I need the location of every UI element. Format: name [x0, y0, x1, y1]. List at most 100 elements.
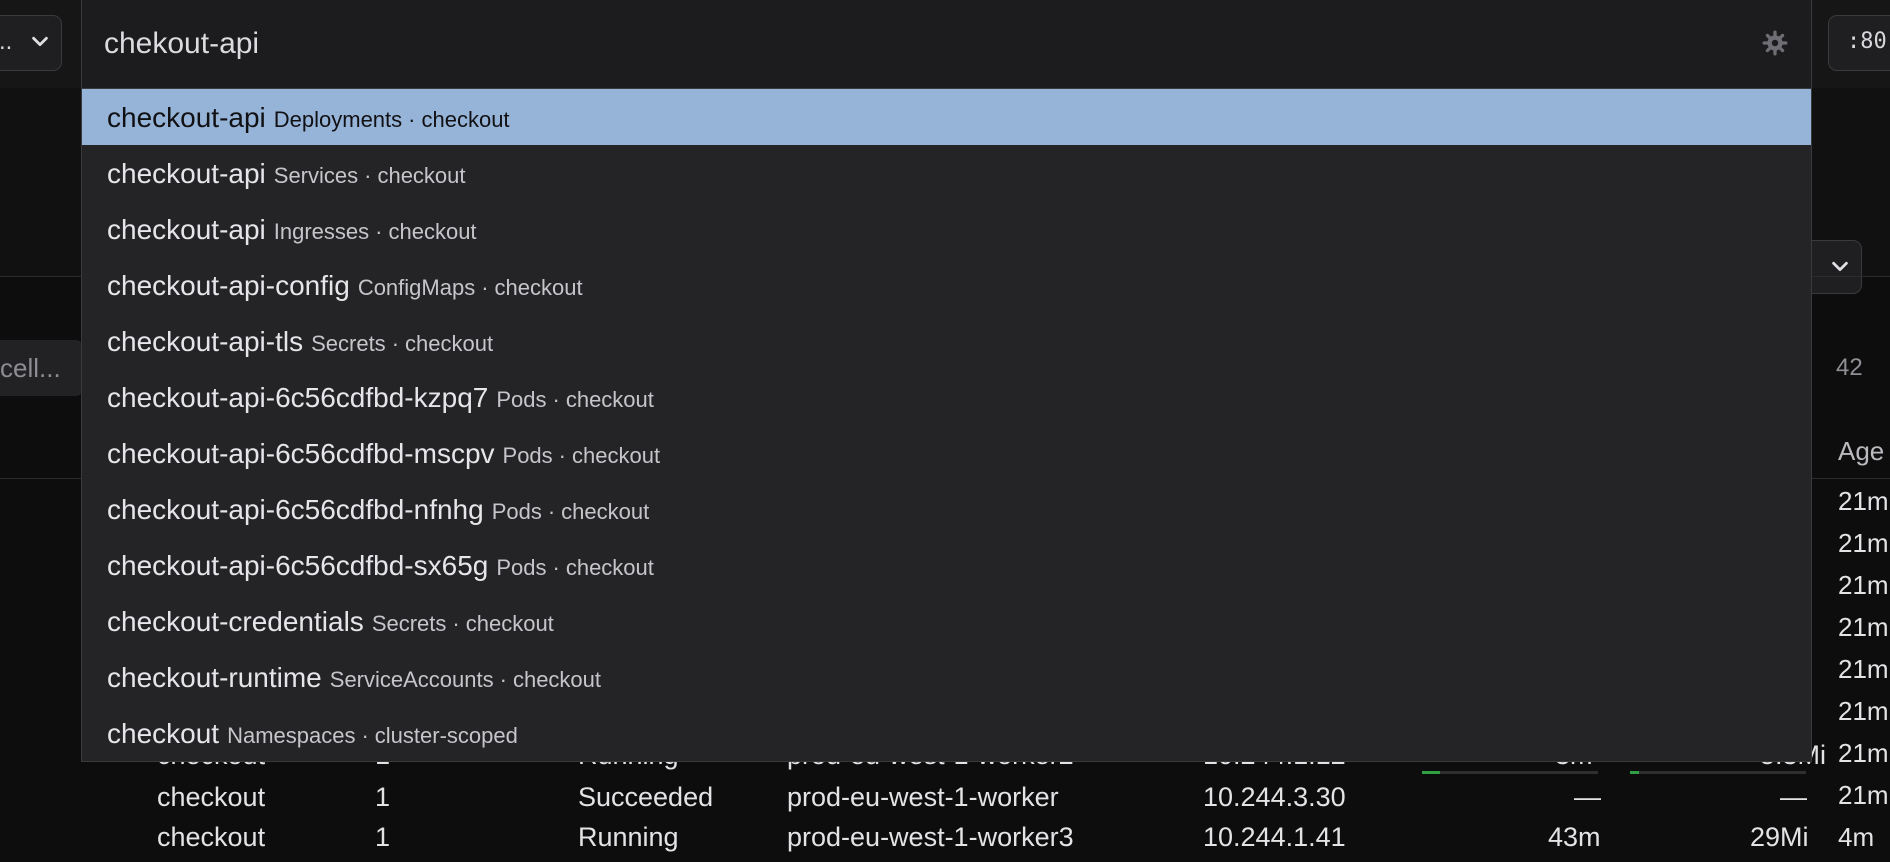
result-kind: Ingresses: [273, 219, 370, 244]
result-separator: ·: [552, 555, 560, 580]
cpu-cell: —: [1574, 782, 1601, 812]
memory-usage-bar: [1630, 771, 1806, 774]
gear-icon[interactable]: [1762, 30, 1788, 56]
search-bar: [81, 0, 1812, 88]
result-name: checkout-api: [107, 158, 266, 189]
table-row[interactable]: checkout 1 Succeeded prod-eu-west-1-work…: [0, 782, 1890, 822]
result-scope: checkout: [494, 275, 583, 300]
result-separator: ·: [375, 219, 383, 244]
memory-cell: —: [1780, 782, 1807, 812]
result-name: checkout-runtime: [107, 662, 322, 693]
chevron-down-icon: [1832, 261, 1848, 272]
result-separator: ·: [452, 611, 460, 636]
restarts-cell: 1: [375, 782, 391, 812]
result-scope: checkout: [572, 443, 661, 468]
table-row[interactable]: checkout 1 Running prod-eu-west-1-worker…: [0, 822, 1890, 862]
search-result-item[interactable]: checkout Namespaces · cluster-scoped: [82, 705, 1811, 761]
cpu-cell: 43m: [1548, 822, 1601, 852]
column-header-age[interactable]: Age: [1838, 436, 1884, 467]
result-separator: ·: [547, 499, 556, 524]
status-cell: Succeeded: [578, 782, 714, 812]
result-name: checkout-api: [107, 214, 266, 245]
context-select[interactable]: ..: [0, 15, 62, 71]
result-name: checkout-api-config: [107, 270, 350, 301]
result-scope: checkout: [405, 331, 494, 356]
result-scope: checkout: [377, 163, 466, 188]
result-separator: ·: [364, 163, 372, 188]
resource-count: 42: [1836, 354, 1863, 381]
node-cell: prod-eu-west-1-worker3: [787, 822, 1074, 852]
ip-cell: 10.244.1.41: [1203, 822, 1346, 852]
search-results-list: checkout-api Deployments · checkout checkou…: [81, 88, 1812, 762]
search-input[interactable]: [104, 18, 1704, 70]
chevron-down-icon: [32, 36, 48, 47]
table-filter-input[interactable]: cell...: [0, 340, 82, 396]
result-name: checkout-api-6c56cdfbd-mscpv: [107, 438, 495, 469]
result-kind: Secrets: [311, 331, 386, 356]
result-name: checkout-api-tls: [107, 326, 304, 357]
result-scope: checkout: [565, 387, 654, 412]
result-kind: Pods: [496, 555, 547, 580]
status-cell: Running: [578, 822, 679, 852]
result-kind: Secrets: [371, 611, 447, 636]
result-separator: ·: [558, 443, 566, 468]
result-name: checkout: [107, 718, 220, 749]
context-select-value: ..: [0, 28, 13, 55]
cpu-usage-fill: [1422, 771, 1440, 774]
result-scope: checkout: [465, 611, 554, 636]
result-kind: Services: [273, 163, 359, 188]
result-name: checkout-api-6c56cdfbd-kzpq7: [107, 382, 489, 413]
result-kind: Namespaces: [227, 723, 356, 748]
result-kind: ConfigMaps: [357, 275, 476, 300]
result-name: checkout-api-6c56cdfbd-sx65g: [107, 550, 489, 581]
result-separator: ·: [552, 387, 560, 412]
result-scope: checkout: [421, 107, 510, 132]
result-scope: cluster-scoped: [374, 723, 518, 748]
search-result-item[interactable]: checkout-api-tls Secrets · checkout: [82, 313, 1811, 369]
result-scope: checkout: [561, 499, 650, 524]
namespace-cell: checkout: [157, 782, 266, 812]
result-kind: Pods: [491, 499, 542, 524]
filter-placeholder: cell...: [0, 353, 61, 383]
search-result-item[interactable]: checkout-runtime ServiceAccounts · checkout: [82, 649, 1811, 705]
result-name: checkout-api: [107, 102, 266, 133]
result-kind: Pods: [502, 443, 553, 468]
search-result-item[interactable]: checkout-api-6c56cdfbd-mscpv Pods · checkou…: [82, 425, 1811, 481]
search-result-item[interactable]: checkout-api-6c56cdfbd-kzpq7 Pods · checkou…: [82, 369, 1811, 425]
age-cell: 21m: [1838, 528, 1889, 558]
search-result-item[interactable]: checkout-api Deployments · checkout: [82, 89, 1811, 145]
age-cell: 21m: [1838, 486, 1889, 516]
result-separator: ·: [361, 723, 369, 748]
search-result-item[interactable]: checkout-credentials Secrets · checkout: [82, 593, 1811, 649]
ip-cell: 10.244.3.30: [1203, 782, 1346, 812]
search-result-item[interactable]: checkout-api Services · checkout: [82, 145, 1811, 201]
memory-cell: 29Mi: [1750, 822, 1809, 852]
result-name: checkout-api-6c56cdfbd-nfnhg: [107, 494, 484, 525]
age-cell: 21m: [1838, 570, 1889, 600]
port-forward-button[interactable]: :80: [1828, 15, 1890, 71]
node-cell: prod-eu-west-1-worker: [787, 782, 1059, 812]
result-scope: checkout: [388, 219, 477, 244]
restarts-cell: 1: [375, 822, 391, 852]
cpu-usage-bar: [1422, 771, 1598, 774]
search-result-item[interactable]: checkout-api Ingresses · checkout: [82, 201, 1811, 257]
result-kind: ServiceAccounts: [329, 667, 494, 692]
port-label: :80: [1847, 29, 1887, 54]
resource-search-overlay: checkout-apiDeployments·checkout checkou…: [81, 0, 1812, 762]
age-cell: 21m: [1838, 654, 1889, 684]
result-kind: Deployments: [273, 107, 403, 132]
result-name: checkout-credentials: [107, 606, 364, 637]
result-scope: checkout: [565, 555, 654, 580]
search-result-item[interactable]: checkout-api-6c56cdfbd-sx65g Pods · checkou…: [82, 537, 1811, 593]
search-result-item[interactable]: checkout-api-config ConfigMaps · checkout: [82, 257, 1811, 313]
result-separator: ·: [499, 667, 507, 692]
result-scope: checkout: [512, 667, 602, 692]
age-cell: 21m: [1838, 696, 1889, 726]
result-separator: ·: [391, 331, 400, 356]
namespace-cell: checkout: [157, 822, 266, 852]
age-cell: 21m: [1838, 612, 1889, 642]
result-separator: ·: [408, 107, 416, 132]
memory-usage-fill: [1630, 771, 1639, 774]
search-result-item[interactable]: checkout-api-6c56cdfbd-nfnhg Pods · checkou…: [82, 481, 1811, 537]
result-separator: ·: [481, 275, 489, 300]
